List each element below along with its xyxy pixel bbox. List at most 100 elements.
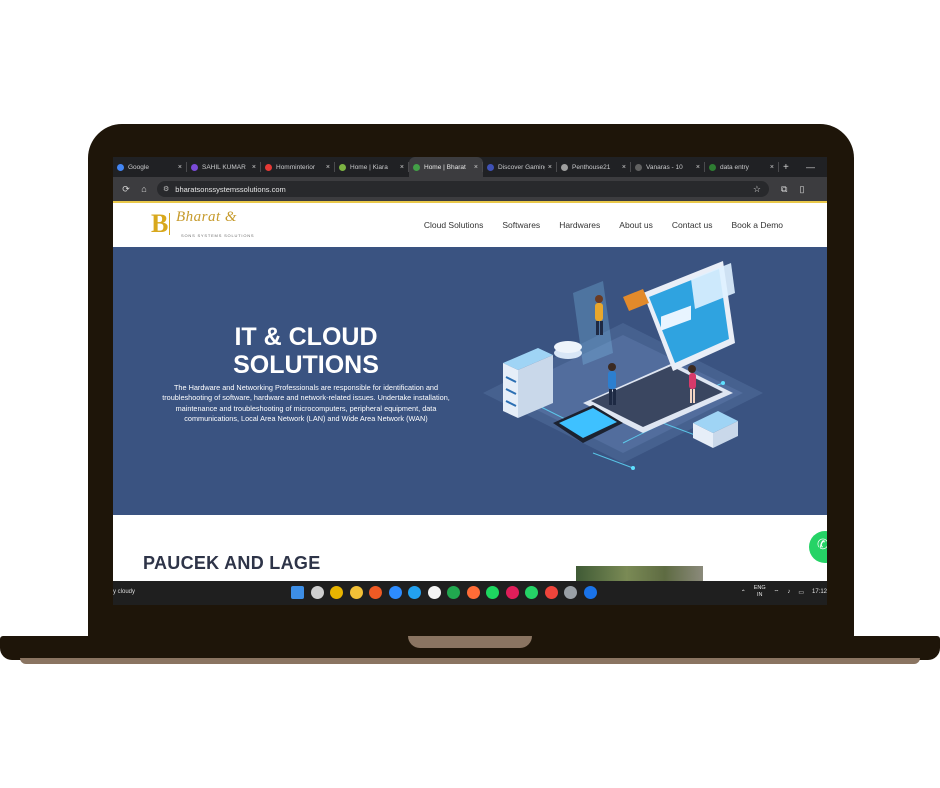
tab-close-icon[interactable]: × [252, 164, 256, 171]
tab-close-icon[interactable]: × [548, 164, 552, 171]
site-header: B Bharat & SONS SYSTEMS SOLUTIONS Cloud … [113, 201, 827, 247]
browser-tab[interactable]: Penthouse21 × [557, 157, 631, 177]
home-icon[interactable]: ⌂ [139, 184, 149, 194]
tab-title: Home | Kiara [350, 163, 388, 171]
region-code: IN [756, 592, 763, 598]
mongodb-icon[interactable] [447, 586, 460, 599]
anydesk-icon[interactable] [544, 586, 558, 599]
nav-softwares[interactable]: Softwares [502, 220, 540, 230]
language-indicator[interactable]: ENG IN [754, 585, 766, 599]
tab-close-icon[interactable]: × [326, 164, 330, 171]
nav-about-us[interactable]: About us [619, 220, 653, 230]
browser-tab[interactable]: Discover Gaming × [483, 157, 557, 177]
browser-tab-strip: Google × SAHIL KUMAR × Homminterior × Home | K… [113, 157, 827, 177]
reload-icon[interactable]: ⟳ [121, 184, 131, 195]
url-text: bharatsonssystemssolutions.com [175, 184, 286, 194]
battery-icon[interactable]: ▭ [798, 589, 804, 596]
logo-divider [169, 213, 170, 235]
notes-icon[interactable] [427, 586, 441, 599]
main-nav: Cloud Solutions Softwares Hardwares Abou… [424, 220, 783, 230]
nav-cloud-solutions[interactable]: Cloud Solutions [424, 220, 484, 230]
tab-title: Discover Gaming [498, 163, 545, 171]
logo-script[interactable]: Bharat & [176, 209, 237, 226]
settings-icon[interactable] [564, 586, 577, 599]
task-view-icon[interactable] [310, 586, 324, 599]
minimize-button[interactable]: — [806, 162, 827, 172]
laptop-base-shadow [20, 658, 920, 664]
side-panel-icon[interactable]: ▯ [799, 184, 804, 195]
nav-book-a-demo[interactable]: Book a Demo [732, 220, 784, 230]
hero-title-line-1: IT & CLOUD [234, 323, 378, 351]
browser-tab[interactable]: Vanaras - 10 × [631, 157, 705, 177]
hero-section: IT & CLOUD SOLUTIONS The Hardware and Ne… [113, 247, 827, 515]
brave-icon[interactable] [369, 586, 382, 599]
tab-title: data entry [720, 163, 749, 171]
weather-widget[interactable]: y cloudy [113, 589, 135, 595]
tab-separator [778, 162, 779, 172]
slack-icon[interactable] [505, 586, 519, 599]
volume-icon[interactable]: ♪ [787, 589, 790, 595]
nav-contact-us[interactable]: Contact us [672, 220, 713, 230]
new-tab-button[interactable]: + [783, 162, 789, 173]
tab-favicon-icon [635, 163, 642, 171]
tab-title: Home | Bharat [424, 163, 466, 171]
cloud-network-illustration [483, 261, 763, 470]
bookmark-star-icon[interactable]: ☆ [753, 184, 761, 195]
laptop-notch [408, 636, 532, 648]
browser-tab[interactable]: Google × [113, 157, 187, 177]
file-explorer-icon[interactable] [349, 586, 363, 599]
section-photo [576, 566, 703, 582]
whatsapp-icon[interactable] [525, 586, 538, 599]
windows-start-icon[interactable] [291, 586, 304, 599]
tab-favicon-icon [487, 163, 494, 171]
system-tray: ⌃ ENG IN ⌔ ♪ ▭ 17:12 [741, 585, 827, 599]
tab-favicon-icon [265, 163, 272, 171]
clock[interactable]: 17:12 [812, 589, 827, 595]
tab-title: Homminterior [276, 163, 316, 171]
wifi-icon[interactable]: ⌔ [774, 588, 780, 596]
nav-hardwares[interactable]: Hardwares [559, 220, 600, 230]
chrome-icon[interactable] [330, 586, 343, 599]
whatsapp-icon: ✆ [817, 536, 827, 552]
tab-close-icon[interactable]: × [400, 164, 404, 171]
tab-close-icon[interactable]: × [178, 164, 182, 171]
site-info-icon[interactable]: ⚙ [163, 185, 169, 193]
tab-close-icon[interactable]: × [770, 164, 774, 171]
tab-favicon-icon [709, 163, 716, 171]
tab-title: Vanaras - 10 [646, 163, 683, 171]
tab-favicon-icon [191, 163, 198, 171]
tab-close-icon[interactable]: × [622, 164, 626, 171]
browser-tab[interactable]: SAHIL KUMAR × [187, 157, 261, 177]
chevron-up-icon[interactable]: ⌃ [741, 589, 746, 596]
browser-tab[interactable]: Homminterior × [261, 157, 335, 177]
browser-tab[interactable]: data entry × [705, 157, 779, 177]
zoom-icon[interactable] [388, 586, 402, 599]
hero-description: The Hardware and Networking Professional… [162, 383, 450, 424]
section-title: PAUCEK AND LAGE [143, 553, 321, 573]
logo-letter[interactable]: B [151, 211, 168, 237]
browser-tab[interactable]: Home | Kiara × [335, 157, 409, 177]
tab-title: Google [128, 163, 149, 171]
tab-close-icon[interactable]: × [474, 164, 478, 171]
tab-title: Penthouse21 [572, 163, 611, 171]
tab-favicon-icon [117, 163, 124, 171]
tab-favicon-icon [413, 163, 420, 171]
browser-toolbar: ⟳ ⌂ ⚙ bharatsonssystemssolutions.com ☆ ⧉… [113, 177, 827, 201]
tab-favicon-icon [339, 163, 346, 171]
hero-title: IT & CLOUD SOLUTIONS [175, 323, 437, 379]
spotify-icon[interactable] [486, 586, 499, 599]
postman-icon[interactable] [466, 586, 480, 599]
tab-close-icon[interactable]: × [696, 164, 700, 171]
vpn-icon[interactable] [583, 586, 597, 599]
address-bar[interactable]: ⚙ bharatsonssystemssolutions.com ☆ [157, 181, 769, 197]
logo-subtitle: SONS SYSTEMS SOLUTIONS [181, 233, 255, 238]
hero-title-line-2: SOLUTIONS [233, 351, 379, 379]
laptop-screen: Google × SAHIL KUMAR × Homminterior × Home | K… [113, 157, 827, 605]
taskbar-apps [291, 586, 597, 599]
browser-tab[interactable]: Home | Bharat × [409, 157, 483, 177]
windows-taskbar: y cloudy ⌃ ENG IN ⌔ ♪ ▭ 17:12 [113, 581, 827, 605]
tab-favicon-icon [561, 163, 568, 171]
extensions-icon[interactable]: ⧉ [781, 184, 787, 195]
vscode-icon[interactable] [408, 586, 421, 599]
tab-title: SAHIL KUMAR [202, 163, 246, 171]
